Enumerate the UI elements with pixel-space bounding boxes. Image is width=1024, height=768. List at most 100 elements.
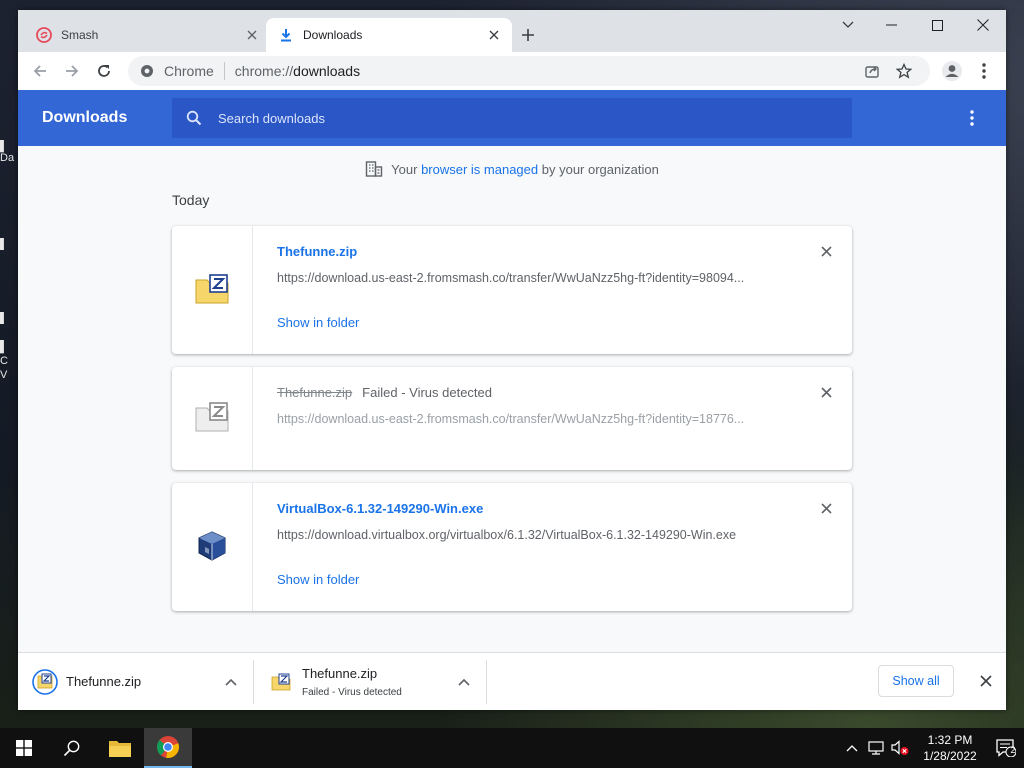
reload-button[interactable] (88, 55, 120, 87)
close-shelf-button[interactable] (976, 671, 996, 691)
system-tray: 1:32 PM 1/28/2022 2 (840, 728, 1024, 768)
desktop-icon-fragment[interactable]: ▌ (0, 238, 18, 250)
forward-button[interactable] (56, 55, 88, 87)
share-icon (865, 66, 879, 78)
shelf-download-item[interactable]: Thefunne.zip Failed - Virus detected (254, 659, 487, 704)
shelf-item-text: Thefunne.zip (66, 674, 141, 689)
shelf-file-status: Failed - Virus detected (302, 686, 402, 698)
profile-button[interactable] (936, 55, 968, 87)
taskbar-clock[interactable]: 1:32 PM 1/28/2022 (912, 732, 988, 764)
remove-from-list-button[interactable] (818, 243, 834, 259)
url-scheme: chrome:// (234, 63, 294, 79)
shelf-file-name: Thefunne.zip (66, 674, 142, 689)
source-url[interactable]: https://download.us-east-2.fromsmash.co/… (277, 271, 777, 285)
download-shelf: Thefunne.zip Thefunne.zip Failed - Virus… (18, 652, 1006, 710)
chevron-up-icon (225, 678, 237, 686)
zip-file-icon[interactable] (195, 273, 229, 307)
file-icon-column (172, 226, 253, 354)
tab-search-button[interactable] (828, 10, 868, 40)
action-center-button[interactable]: 2 (988, 728, 1024, 768)
tab-downloads[interactable]: Downloads (266, 18, 512, 52)
show-all-button[interactable]: Show all (878, 665, 954, 697)
chrome-logo-icon (140, 63, 156, 79)
tab-smash[interactable]: Smash (24, 18, 270, 52)
managed-suffix: by your organization (541, 161, 659, 177)
toolbar-right (936, 55, 1000, 87)
source-url[interactable]: https://download.virtualbox.org/virtualb… (277, 528, 777, 542)
new-tab-button[interactable] (518, 25, 538, 45)
desktop-icon-fragment[interactable]: ▌ (0, 312, 18, 324)
minimize-button[interactable] (868, 10, 914, 40)
downloads-menu-button[interactable] (960, 106, 984, 130)
search-input[interactable] (218, 110, 778, 126)
zip-file-icon (268, 669, 294, 695)
chrome-menu-button[interactable] (968, 55, 1000, 87)
search-box[interactable] (172, 98, 852, 138)
download-item: Thefunne.zip Failed - Virus detected http… (172, 367, 852, 470)
shelf-item-menu-button[interactable] (456, 674, 472, 690)
clock-time: 1:32 PM (927, 733, 973, 747)
address-bar[interactable]: Chrome chrome://downloads (128, 56, 930, 86)
shelf-item-menu-button[interactable] (223, 674, 239, 690)
more-vertical-icon (982, 63, 986, 79)
shelf-download-item[interactable]: Thefunne.zip (18, 659, 254, 704)
download-status: Failed - Virus detected (362, 385, 493, 400)
taskbar-search-button[interactable] (48, 728, 96, 768)
download-item: Thefunne.zip https://download.us-east-2.… (172, 226, 852, 354)
window-controls (828, 10, 1006, 40)
close-icon (820, 502, 832, 514)
remove-from-list-button[interactable] (818, 500, 834, 516)
chevron-up-icon (458, 678, 470, 686)
back-button[interactable] (24, 55, 56, 87)
file-icon-column (172, 483, 253, 611)
desktop-icon-fragment[interactable]: ▌ Da (0, 140, 18, 174)
show-in-folder-link[interactable]: Show in folder (277, 572, 359, 587)
start-button[interactable] (0, 728, 48, 768)
file-name-link[interactable]: Thefunne.zip (277, 244, 357, 259)
source-url[interactable]: https://download.us-east-2.fromsmash.co/… (277, 412, 777, 426)
zip-file-icon (32, 668, 58, 695)
volume-button[interactable] (888, 728, 912, 768)
address-separator (223, 62, 225, 80)
managed-notice: Your browser is managed by your organiza… (18, 160, 1006, 178)
close-icon (820, 386, 832, 398)
managed-link[interactable]: browser is managed (421, 162, 538, 177)
virtualbox-icon[interactable] (197, 530, 227, 565)
maximize-button[interactable] (914, 10, 960, 40)
desktop-icon-fragment[interactable]: ▌ C V (0, 340, 18, 382)
chrome-window: Smash Downloads Chrome chrome://download… (18, 10, 1006, 710)
chevron-up-icon (846, 745, 858, 752)
shelf-item-text: Thefunne.zip Failed - Virus detected (302, 666, 402, 698)
zip-file-gray-icon (195, 402, 229, 435)
file-explorer-button[interactable] (96, 728, 144, 768)
arrow-right-icon (66, 65, 79, 77)
clock-date: 1/28/2022 (923, 749, 977, 763)
show-in-folder-link[interactable]: Show in folder (277, 315, 359, 330)
close-tab-icon[interactable] (486, 27, 502, 43)
close-tab-icon[interactable] (244, 27, 260, 43)
star-icon (896, 63, 912, 79)
file-name-failed: Thefunne.zip (277, 385, 353, 400)
close-window-button[interactable] (960, 10, 1006, 40)
file-name-link[interactable]: VirtualBox-6.1.32-149290-Win.exe (277, 501, 483, 516)
minimize-icon (885, 24, 897, 26)
reload-icon (98, 65, 110, 77)
network-button[interactable] (864, 728, 888, 768)
remove-from-list-button[interactable] (818, 384, 834, 400)
download-info: VirtualBox-6.1.32-149290-Win.exe https:/… (253, 483, 852, 611)
chevron-down-icon (842, 21, 854, 28)
search-icon (63, 740, 80, 757)
show-hidden-icons-button[interactable] (840, 728, 864, 768)
download-info: Thefunne.zip https://download.us-east-2.… (253, 226, 852, 354)
browser-toolbar: Chrome chrome://downloads (18, 52, 1006, 90)
volume-muted-icon (891, 740, 909, 755)
url-path: downloads (293, 63, 361, 79)
chrome-taskbar-button[interactable] (144, 728, 192, 768)
share-button[interactable] (856, 57, 888, 85)
file-icon-column (172, 367, 253, 470)
maximize-icon (931, 19, 943, 31)
bookmark-star-button[interactable] (888, 57, 920, 85)
search-icon (186, 109, 204, 127)
download-info: Thefunne.zip Failed - Virus detected http… (253, 367, 852, 470)
managed-prefix: Your (391, 161, 418, 177)
